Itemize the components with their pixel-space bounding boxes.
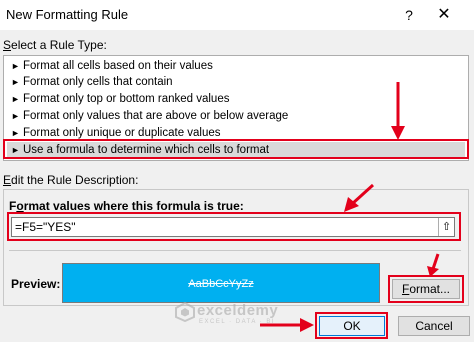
- highlight-ok-button: [315, 312, 388, 339]
- arrow-icon: ►: [11, 61, 20, 71]
- preview-sample: AaBbCcYyZz: [62, 263, 380, 303]
- cancel-button[interactable]: Cancel: [398, 316, 470, 336]
- preview-label: Preview:: [11, 277, 61, 291]
- watermark-logo-icon: [175, 301, 195, 323]
- highlight-selected-rule: [3, 139, 469, 159]
- annotation-arrow-diagonal-icon: [344, 183, 375, 212]
- formula-label: Format values where this formula is true…: [9, 199, 244, 213]
- watermark-logo: exceldemy EXCEL · DATA · BI: [175, 301, 278, 325]
- arrow-icon: ►: [11, 94, 20, 104]
- rule-type-label: Select a Rule Type:: [3, 38, 107, 52]
- annotation-arrow-right-icon: [260, 318, 314, 332]
- arrow-icon: ►: [11, 77, 20, 87]
- window-title: New Formatting Rule: [6, 7, 129, 22]
- help-button[interactable]: ?: [398, 5, 420, 25]
- annotation-arrow-format-icon: [427, 253, 440, 277]
- rule-item-all-cells[interactable]: ► Format all cells based on their values: [7, 58, 465, 74]
- divider: [9, 250, 461, 251]
- highlight-format-button: [388, 275, 464, 303]
- arrow-icon: ►: [11, 111, 20, 121]
- rule-description-label: Edit the Rule Description:: [3, 173, 139, 187]
- annotation-arrow-down-icon: [391, 82, 405, 140]
- close-button[interactable]: ✕: [430, 4, 458, 26]
- title-bar: New Formatting Rule ? ✕: [0, 0, 474, 30]
- highlight-formula-input: [7, 212, 461, 241]
